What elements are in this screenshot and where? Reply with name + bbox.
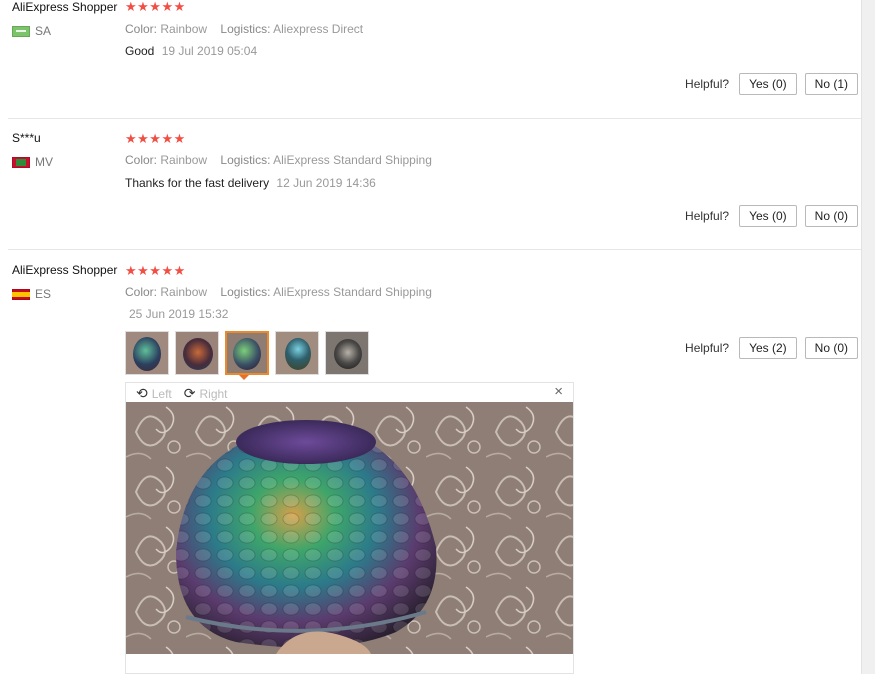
logistics-value: AliExpress Standard Shipping (273, 153, 432, 167)
rotate-left-icon[interactable]: ⟲ (136, 385, 148, 402)
logistics-label: Logistics: (220, 22, 271, 36)
star-rating: ★★★★★ (125, 263, 186, 278)
helpful-yes-button[interactable]: Yes (2) (739, 337, 797, 359)
color-label: Color: (125, 285, 158, 299)
reviewer-name: S***u (12, 131, 41, 145)
star-rating: ★★★★★ (125, 0, 186, 14)
flag-sa-icon (12, 25, 30, 37)
helpful-vote: Helpful? Yes (0) No (0) (685, 205, 858, 227)
color-value: Rainbow (160, 153, 208, 167)
review-photo-thumbnail[interactable] (275, 331, 319, 375)
flag-mv-icon (12, 156, 30, 168)
rotate-toolbar: ⟲ Left ⟳ Right (136, 385, 228, 402)
page-scrollbar[interactable] (861, 0, 875, 674)
order-info: Color: Rainbow Logistics: AliExpress Sta… (125, 285, 442, 299)
helpful-yes-button[interactable]: Yes (0) (739, 205, 797, 227)
feedback-text: Good (125, 44, 155, 58)
rotate-right-icon[interactable]: ⟳ (184, 385, 196, 402)
country-code: MV (35, 155, 53, 169)
review-text: Good 19 Jul 2019 05:04 (125, 44, 257, 58)
color-value: Rainbow (160, 22, 208, 36)
review-photo-thumbnail[interactable] (325, 331, 369, 375)
helpful-label: Helpful? (685, 341, 730, 355)
reviewer-country: MV (12, 155, 53, 169)
review-photo-thumbnail-selected[interactable] (225, 331, 269, 375)
helpful-label: Helpful? (685, 209, 730, 223)
reviewer-name: AliExpress Shopper (12, 0, 118, 14)
country-code: ES (35, 287, 52, 301)
review-date: 12 Jun 2019 14:36 (276, 176, 376, 190)
feedback-text: Thanks for the fast delivery (125, 176, 270, 190)
star-rating: ★★★★★ (125, 131, 186, 146)
review-photo-thumbnail[interactable] (175, 331, 219, 375)
helpful-no-button[interactable]: No (0) (804, 337, 858, 359)
helpful-label: Helpful? (685, 77, 730, 91)
logistics-label: Logistics: (220, 153, 271, 167)
reviewer-name: AliExpress Shopper (12, 263, 118, 277)
color-value: Rainbow (160, 285, 208, 299)
review-date: 25 Jun 2019 15:32 (129, 307, 229, 321)
review-item: AliExpress Shopper SA ★★★★★ Color: Rainb… (0, 0, 862, 118)
logistics-value: Aliexpress Direct (273, 22, 364, 36)
close-icon[interactable]: × (554, 383, 563, 400)
reviewer-country: SA (12, 24, 51, 38)
review-text: 25 Jun 2019 15:32 (125, 307, 228, 321)
country-code: SA (35, 24, 52, 38)
reviewer-country: ES (12, 287, 51, 301)
logistics-label: Logistics: (220, 285, 271, 299)
flag-es-icon (12, 288, 30, 300)
review-photo-large (126, 402, 573, 654)
color-label: Color: (125, 22, 158, 36)
selected-thumbnail-indicator (239, 375, 249, 380)
helpful-vote: Helpful? Yes (0) No (1) (685, 73, 858, 95)
review-text: Thanks for the fast delivery 12 Jun 2019… (125, 176, 376, 190)
rotate-left-button[interactable]: Left (152, 387, 172, 401)
rotate-right-button[interactable]: Right (199, 387, 227, 401)
color-label: Color: (125, 153, 158, 167)
photo-image (126, 402, 573, 654)
helpful-yes-button[interactable]: Yes (0) (739, 73, 797, 95)
order-info: Color: Rainbow Logistics: Aliexpress Dir… (125, 22, 373, 36)
helpful-no-button[interactable]: No (0) (804, 205, 858, 227)
review-photo-thumbnails (125, 331, 369, 375)
review-date: 19 Jul 2019 05:04 (161, 44, 258, 58)
helpful-no-button[interactable]: No (1) (804, 73, 858, 95)
photo-viewer: ⟲ Left ⟳ Right × (125, 382, 574, 674)
order-info: Color: Rainbow Logistics: AliExpress Sta… (125, 153, 442, 167)
review-photo-thumbnail[interactable] (125, 331, 169, 375)
review-item: S***u MV ★★★★★ Color: Rainbow Logistics:… (0, 118, 862, 250)
helpful-vote: Helpful? Yes (2) No (0) (685, 337, 858, 359)
logistics-value: AliExpress Standard Shipping (273, 285, 432, 299)
